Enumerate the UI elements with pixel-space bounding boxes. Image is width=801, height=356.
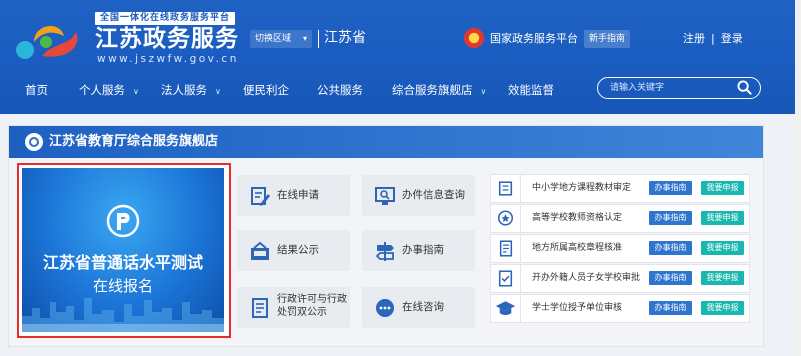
nav-label: 效能监督 [508,83,554,97]
item-label: 高等学校教师资格认定 [532,213,623,223]
nav-item-public[interactable]: 公共服务 [317,80,363,100]
service-label-line2: 处罚双公示 [277,307,327,318]
service-case-query-button[interactable]: 办件信息查询 [362,175,475,216]
platform-tagline: 全国一体化在线政务服务平台 [95,12,236,25]
guide-badge-button[interactable]: 办事指南 [649,241,692,255]
badge-icon [497,205,521,232]
apply-badge-button[interactable]: 我要申报 [701,301,744,315]
login-link[interactable]: 登录 [721,32,743,45]
search-input[interactable]: 请输入关键字 [610,81,664,95]
nav-item-convenience[interactable]: 便民利企 [243,80,289,100]
service-online-apply-button[interactable]: 在线申请 [237,175,350,216]
apply-badge-button[interactable]: 我要申报 [701,271,744,285]
panel-title: 江苏省教育厅综合服务旗舰店 [49,134,219,149]
nav-item-personal[interactable]: 个人服务 ∨ [79,80,139,102]
guide-badge-button[interactable]: 办事指南 [649,181,692,195]
panel-header: 江苏省教育厅综合服务旗舰店 [9,126,763,158]
site-header: 全国一体化在线政务服务平台 江苏政务服务 www.jszwfw.gov.cn 切… [0,0,801,114]
region-switch-button[interactable]: 切换区域 ▾ [250,30,312,48]
item-label: 地方所属高校章程核准 [532,243,623,253]
store-emblem-icon [25,133,43,151]
service-dual-publicity-button[interactable]: 行政许可与行政 处罚双公示 [237,287,350,328]
notice-board-icon [251,241,269,260]
edit-icon [251,187,270,206]
nav-item-supervision[interactable]: 效能监督 [508,80,554,100]
service-label: 行政许可与行政 处罚双公示 [277,293,347,319]
beginner-guide-button[interactable]: 新手指南 [584,30,631,48]
putonghua-logo-icon [106,204,140,238]
search-box[interactable]: 请输入关键字 [597,77,761,99]
register-link[interactable]: 注册 [683,32,705,45]
guide-badge-button[interactable]: 办事指南 [649,211,692,225]
nav-label: 公共服务 [317,83,363,97]
item-label: 开办外籍人员子女学校审批 [532,273,641,283]
apply-badge-button[interactable]: 我要申报 [701,211,744,225]
form-icon [499,235,521,262]
service-online-consult-button[interactable]: 在线咨询 [362,287,475,328]
list-item[interactable]: 地方所属高校章程核准 办事指南 我要申报 [490,234,750,263]
nav-item-flagship[interactable]: 综合服务旗舰店 ∨ [392,80,486,102]
service-guide-button[interactable]: 办事指南 [362,230,475,271]
site-domain: www.jszwfw.gov.cn [97,53,239,65]
service-label: 办事指南 [402,244,444,256]
guide-badge-button[interactable]: 办事指南 [649,301,692,315]
apply-badge-button[interactable]: 我要申报 [701,181,744,195]
current-province: 江苏省 [324,30,366,46]
item-label: 中小学地方课程教材审定 [532,183,632,193]
service-label: 在线咨询 [402,301,444,313]
nav-item-corporate[interactable]: 法人服务 ∨ [161,80,221,102]
banner-subtitle: 在线报名 [92,277,153,295]
national-emblem-icon [464,28,484,48]
national-platform-link[interactable]: 国家政务服务平台 [490,31,578,47]
nav-label: 法人服务 [161,83,207,97]
search-icon[interactable] [737,80,752,95]
list-item[interactable]: 学士学位授予单位审核 办事指南 我要申报 [490,294,750,323]
service-label: 办件信息查询 [402,189,465,201]
list-item[interactable]: 高等学校教师资格认定 办事指南 我要申报 [490,204,750,233]
chevron-down-icon: ∨ [480,87,487,96]
mandarin-test-banner[interactable]: 江苏省普通话水平测试 在线报名 [22,168,224,332]
nav-label: 首页 [25,83,48,97]
nav-item-home[interactable]: 首页 [25,80,48,100]
chevron-down-icon: ∨ [215,87,221,96]
check-document-icon [498,265,521,292]
site-logo-icon[interactable] [12,12,84,62]
graduation-cap-icon [495,295,521,322]
service-label: 结果公示 [277,244,319,256]
nav-label: 综合服务旗舰店 [392,83,473,97]
region-switch-label: 切换区域 [255,34,292,44]
banner-title: 江苏省普通话水平测试 [42,253,203,272]
account-links: 注册 | 登录 [683,31,743,47]
divider: | [711,32,715,45]
list-item[interactable]: 中小学地方课程教材审定 办事指南 我要申报 [490,174,750,203]
signpost-icon [375,242,394,261]
list-item[interactable]: 开办外籍人员子女学校审批 办事指南 我要申报 [490,264,750,293]
service-label: 在线申请 [277,189,319,201]
book-icon [498,175,521,202]
chevron-down-icon: ▾ [302,34,307,43]
monitor-search-icon [375,187,395,205]
chat-icon [376,299,394,317]
apply-badge-button[interactable]: 我要申报 [701,241,744,255]
nav-label: 便民利企 [243,83,289,97]
document-icon [252,298,268,318]
service-result-publicity-button[interactable]: 结果公示 [237,230,350,271]
page-scrollbar[interactable] [795,0,801,356]
divider [318,30,319,48]
site-title[interactable]: 江苏政务服务 [95,25,239,53]
chevron-down-icon: ∨ [133,87,139,96]
guide-badge-button[interactable]: 办事指南 [649,271,692,285]
service-label-line1: 行政许可与行政 [277,294,347,305]
nav-label: 个人服务 [79,83,125,97]
item-label: 学士学位授予单位审核 [532,303,623,313]
